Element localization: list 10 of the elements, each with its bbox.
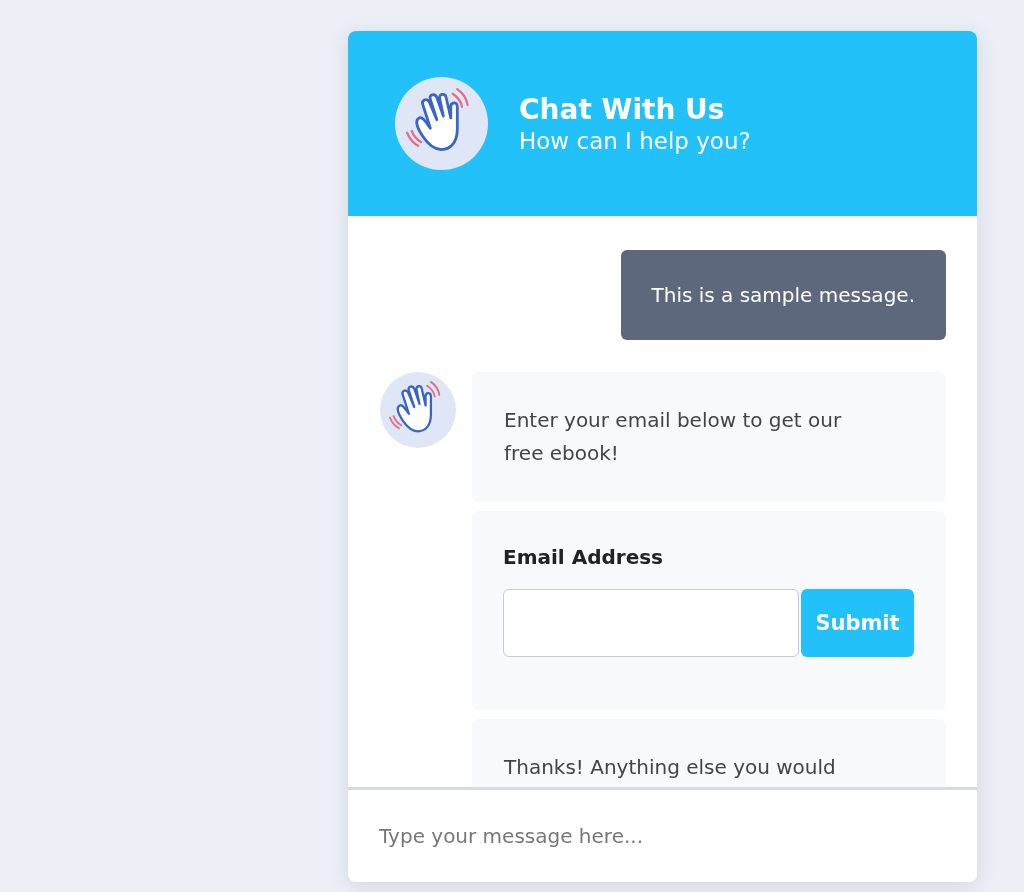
waving-hand-icon bbox=[395, 77, 488, 170]
message-input-field[interactable]: Type your message here... bbox=[348, 787, 977, 882]
received-message: Thanks! Anything else you would bbox=[472, 719, 946, 787]
chat-subtitle: How can I help you? bbox=[519, 128, 751, 154]
sent-message: This is a sample message. bbox=[620, 250, 946, 340]
submit-button[interactable]: Submit bbox=[801, 589, 914, 657]
received-message: Enter your email below to get our free ebook! bbox=[472, 372, 946, 502]
field-label: Email Address bbox=[503, 544, 665, 571]
chat-title: Chat With Us bbox=[519, 93, 726, 126]
email-field[interactable] bbox=[503, 589, 799, 657]
